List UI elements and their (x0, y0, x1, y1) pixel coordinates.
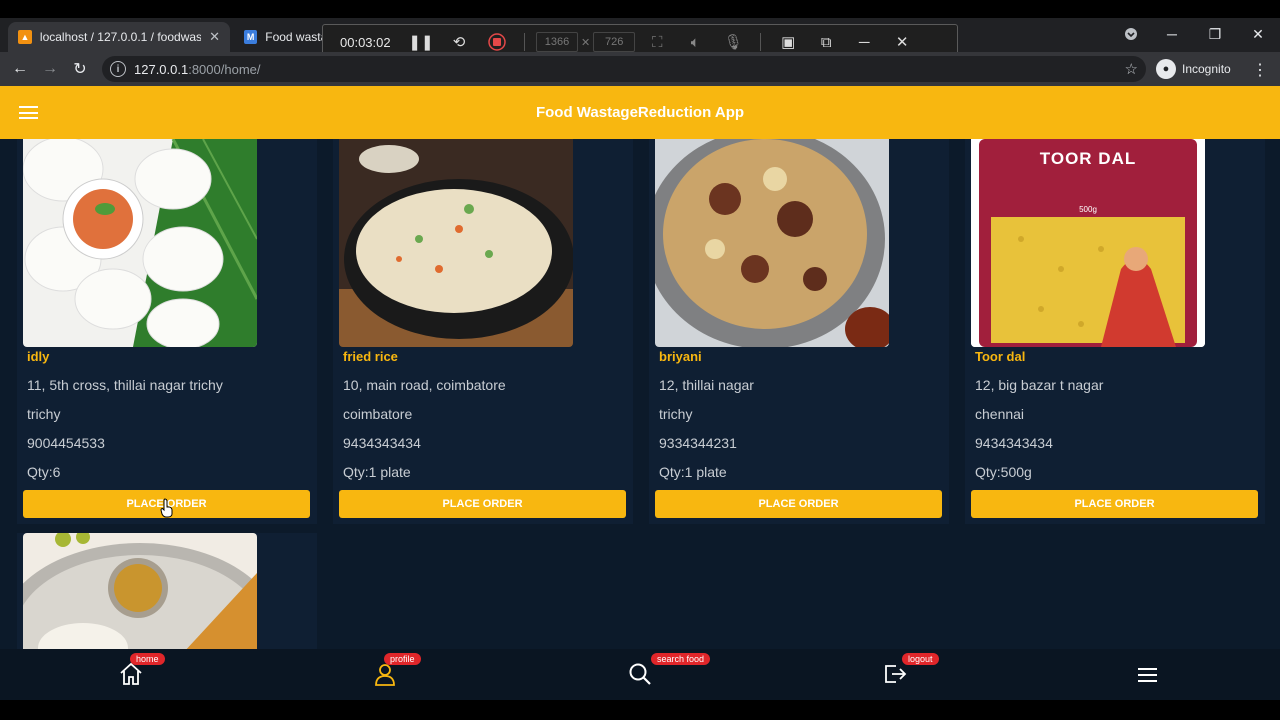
food-qty: Qty:1 plate (343, 464, 411, 480)
top-black-strip (0, 0, 1280, 18)
microphone-icon[interactable]: 🎙︎ (714, 33, 752, 51)
restart-icon[interactable]: ⟲ (440, 33, 478, 51)
nav-menu[interactable] (1137, 667, 1165, 695)
bookmark-star-icon[interactable]: ☆ (1125, 60, 1138, 78)
package-brand: TOOR DAL (1039, 149, 1137, 168)
forward-icon[interactable]: → (40, 59, 60, 79)
food-list: idly 11, 5th cross, thillai nagar trichy… (0, 139, 1280, 649)
nav-logout[interactable]: logout (882, 653, 939, 689)
food-image-dosa (23, 533, 257, 649)
hand-cursor-icon (160, 498, 173, 518)
nav-search-food[interactable]: search food (627, 653, 711, 689)
app-favicon: M (244, 30, 258, 44)
tab-search-icon[interactable] (1111, 18, 1151, 50)
food-phone: 9434343434 (975, 435, 1053, 451)
place-order-button[interactable]: PLACE ORDER (339, 490, 626, 518)
address-bar[interactable]: i 127.0.0.1:8000/home/ ☆ (102, 56, 1146, 82)
width-field[interactable]: 1366 (536, 32, 578, 52)
restore-icon[interactable]: ❐ (1195, 18, 1235, 50)
food-name: Toor dal (975, 349, 1026, 364)
nav-profile[interactable]: profile (372, 653, 421, 689)
food-address: 12, thillai nagar (659, 377, 754, 393)
food-address: 10, main road, coimbatore (343, 377, 506, 393)
food-name: briyani (659, 349, 702, 364)
food-phone: 9334344231 (659, 435, 737, 451)
bottom-black-strip (0, 700, 1280, 720)
divider (760, 33, 762, 51)
url-host: 127.0.0.1 (134, 62, 189, 77)
food-phone: 9004454533 (27, 435, 105, 451)
food-card-briyani: briyani 12, thillai nagar trichy 9334344… (649, 139, 949, 524)
food-card-partial (17, 533, 317, 649)
app-header: Food WastageReduction App (0, 86, 1280, 139)
food-phone: 9434343434 (343, 435, 421, 451)
food-name: fried rice (343, 349, 398, 364)
browser-menu-icon[interactable]: ⋮ (1252, 60, 1268, 80)
food-image-fried-rice (339, 139, 573, 347)
bottom-nav: home profile search food logout (0, 649, 1280, 700)
search-icon (629, 663, 651, 685)
times-icon: ✕ (581, 36, 591, 49)
browser-toolbar: ← → ↻ i 127.0.0.1:8000/home/ ☆ ● Incogni… (0, 52, 1280, 86)
food-name: idly (27, 349, 50, 364)
stop-record-icon[interactable] (478, 33, 516, 51)
site-info-icon[interactable]: i (110, 61, 126, 77)
food-card-idly: idly 11, 5th cross, thillai nagar trichy… (17, 139, 317, 524)
phpmyadmin-icon: ▲ (18, 30, 32, 44)
pause-icon[interactable]: ❚❚ (402, 33, 440, 51)
package-weight: 500g (1079, 205, 1097, 214)
height-field[interactable]: 726 (593, 32, 636, 52)
food-qty: Qty:6 (27, 464, 61, 480)
tab-phpmyadmin[interactable]: ▲ localhost / 127.0.0.1 / foodwasta ✕ (8, 22, 230, 52)
play-window-icon[interactable]: ▣ (769, 33, 807, 51)
profile-label: Incognito (1182, 62, 1231, 76)
food-card-fried-rice: fried rice 10, main road, coimbatore coi… (333, 139, 633, 524)
speaker-icon[interactable]: 🔈︎ (676, 34, 714, 51)
screen: ▲ localhost / 127.0.0.1 / foodwasta ✕ M … (0, 0, 1280, 720)
capture-region-icon[interactable]: ⧉ (807, 34, 845, 51)
food-image-briyani (655, 139, 889, 347)
food-city: chennai (975, 406, 1025, 422)
food-city: trichy (659, 406, 693, 422)
food-image-toor-dal: TOOR DAL 500g (971, 139, 1205, 347)
app-title: Food WastageReduction App (535, 104, 745, 121)
menu-icon (1138, 668, 1157, 682)
minimize-recorder-icon[interactable]: ─ (845, 34, 883, 51)
logout-icon (885, 665, 907, 683)
food-qty: Qty:1 plate (659, 464, 727, 480)
home-badge: home (130, 653, 165, 665)
fullscreen-icon[interactable]: ⛶ (638, 34, 676, 51)
food-address: 11, 5th cross, thillai nagar trichy (27, 377, 223, 393)
logout-badge: logout (902, 653, 939, 665)
minimize-icon[interactable]: ─ (1152, 18, 1192, 50)
back-icon[interactable]: ← (10, 59, 30, 79)
place-order-button[interactable]: PLACE ORDER (655, 490, 942, 518)
incognito-icon: ● (1156, 59, 1176, 79)
recording-time: 00:03:02 (340, 34, 391, 50)
divider (524, 33, 525, 51)
food-address: 12, big bazar t nagar (975, 377, 1104, 393)
nav-home[interactable]: home (118, 653, 165, 689)
tab-title: Food wasta (265, 30, 324, 44)
close-recorder-icon[interactable]: ✕ (883, 33, 921, 51)
search-food-badge: search food (651, 653, 711, 665)
food-qty: Qty:500g (975, 464, 1032, 480)
food-city: coimbatore (343, 406, 413, 422)
incognito-profile[interactable]: ● Incognito (1156, 59, 1231, 79)
close-icon[interactable]: ✕ (209, 29, 220, 45)
food-card-toor-dal: TOOR DAL 500g Toor dal 12, big bazar t n… (965, 139, 1265, 524)
tab-title: localhost / 127.0.0.1 / foodwasta (39, 30, 202, 44)
profile-badge: profile (384, 653, 421, 665)
tab-food-wastage[interactable]: M Food wasta (234, 22, 334, 52)
food-image-idly (23, 139, 257, 347)
place-order-button[interactable]: PLACE ORDER (971, 490, 1258, 518)
food-city: trichy (27, 406, 61, 422)
reload-icon[interactable]: ↻ (70, 59, 90, 79)
url-path: :8000/home/ (188, 62, 261, 77)
url-text: 127.0.0.1:8000/home/ (134, 62, 261, 77)
window-close-icon[interactable]: ✕ (1238, 18, 1278, 50)
